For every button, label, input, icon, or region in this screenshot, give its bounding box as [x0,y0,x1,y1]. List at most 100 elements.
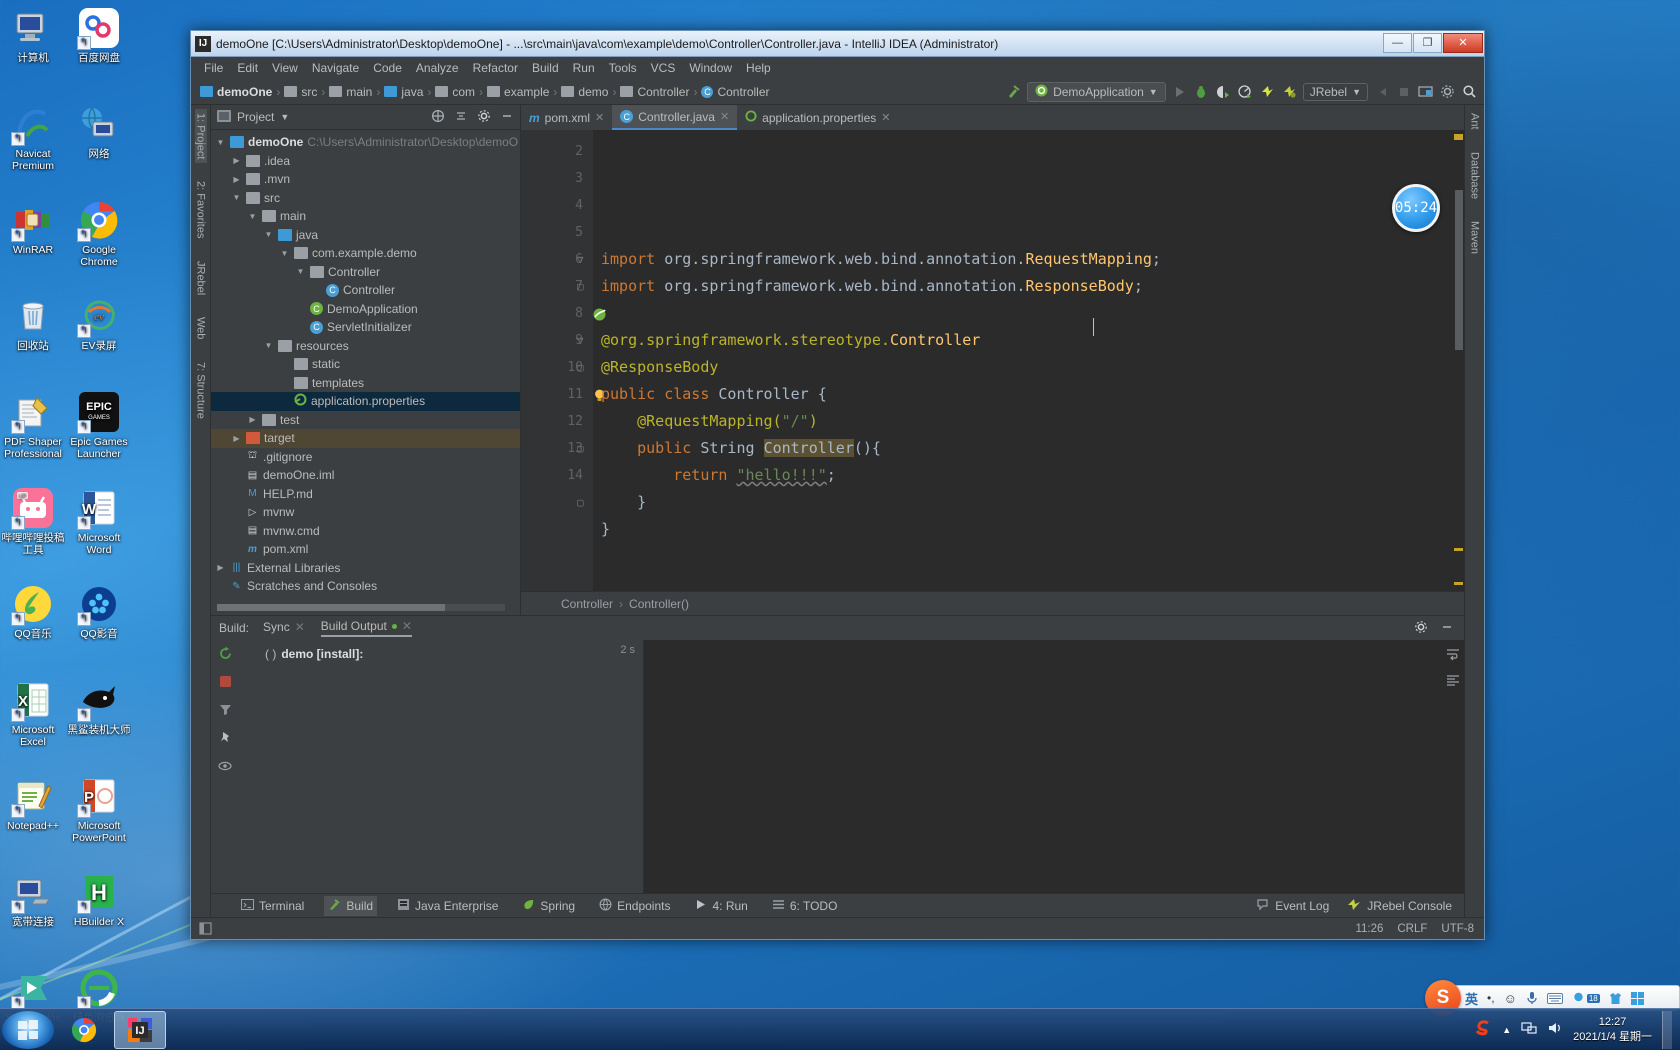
ime-item-3[interactable] [1526,991,1538,1005]
code-fold-icon[interactable]: ▢ [577,435,584,462]
desktop-icon-heisha[interactable]: ↰ 黑鲨装机大师 [67,678,131,771]
tree-node-test[interactable]: ▶ test [211,411,520,430]
tree-node-mvnw[interactable]: ▷ mvnw [211,503,520,522]
breadcrumb-item-src[interactable]: src [281,84,320,100]
ime-item-2[interactable]: ☺ [1504,991,1517,1006]
tool-tab-2-favorites[interactable]: 2: Favorites [195,177,207,242]
tree-node-pom.xml[interactable]: m pom.xml [211,540,520,559]
desktop-icon-notepadpp[interactable]: ↰ Notepad++ [1,774,65,867]
tool-tab-1-project[interactable]: 1: Project [194,109,207,164]
tree-expand-arrow[interactable]: ▼ [263,230,274,239]
search-icon[interactable] [1461,83,1478,100]
breadcrumb-item-demoone[interactable]: demoOne [197,84,275,100]
tree-node-static[interactable]: static [211,355,520,374]
tree-expand-arrow[interactable]: ▶ [231,156,242,165]
settings-icon[interactable] [1439,83,1456,100]
close-button[interactable]: ✕ [1443,32,1483,53]
build-hammer-icon[interactable] [1005,83,1022,100]
status-widget-jrebel-console[interactable]: JRebel Console [1347,898,1452,914]
collapse-scope-icon[interactable] [431,109,445,126]
ime-item-6[interactable] [1609,992,1622,1005]
editor-tab-controller-java[interactable]: C Controller.java ✕ [612,105,738,130]
tool-tab-database[interactable]: Database [1469,148,1481,203]
tree-node-.gitignore[interactable]: ⛫ .gitignore [211,448,520,467]
code-fold-icon[interactable]: ▢ [577,489,584,516]
hide-icon[interactable] [1440,620,1454,637]
sogou-tray-icon[interactable] [1474,1019,1492,1040]
menu-refactor[interactable]: Refactor [466,59,525,77]
menu-run[interactable]: Run [566,59,602,77]
tool-tab-web[interactable]: Web [195,313,207,343]
desktop-icon-bilibili[interactable]: UP ↰ 哔哩哔哩投稿工具 [1,486,65,579]
editor-breadcrumb[interactable]: Controller › Controller() [521,591,1464,615]
editor-tab-application-properties[interactable]: application.properties ✕ [737,105,898,130]
rerun-icon[interactable] [218,646,233,661]
chevron-down-icon[interactable]: ▼ [280,112,289,122]
menu-view[interactable]: View [265,59,305,77]
code-fold-icon[interactable]: ▢ [577,273,584,300]
tree-node-src[interactable]: ▼ src [211,189,520,208]
tree-expand-arrow[interactable]: ▶ [231,434,242,443]
code-editor[interactable]: 2 3 4 5 6 7 8 9 10 11 12 13 14 ▽ import org.springfra… [521,130,1464,591]
start-button[interactable] [2,1010,54,1049]
breadcrumb-item-main[interactable]: main [326,84,375,100]
tree-node-demoone.iml[interactable]: ▤ demoOne.iml [211,466,520,485]
taskbar-clock[interactable]: 12:27 2021/1/4 星期一 [1573,1015,1652,1045]
settings-icon[interactable] [477,109,491,126]
tree-expand-arrow[interactable]: ▼ [279,249,290,258]
bottom-tab-spring[interactable]: Spring [518,896,579,916]
close-icon[interactable]: ✕ [295,620,305,634]
tool-tab-7-structure[interactable]: 7: Structure [195,358,207,423]
tool-tab-ant[interactable]: Ant [1469,109,1481,134]
tree-node-demoapplication[interactable]: C DemoApplication [211,300,520,319]
desktop-icon-baidu-netdisk[interactable]: ↰ 百度网盘 [67,6,131,99]
pin-icon[interactable] [218,730,233,745]
status-widget-event-log[interactable]: Event Log [1256,898,1329,914]
stop-icon[interactable] [1373,83,1390,100]
breadcrumb-item-com[interactable]: com [432,84,478,100]
tree-expand-arrow[interactable]: ▼ [247,212,258,221]
tree-expand-arrow[interactable]: ▶ [215,563,226,572]
ime-item-1[interactable]: •, [1487,991,1495,1005]
menu-code[interactable]: Code [366,59,409,77]
menu-help[interactable]: Help [739,59,778,77]
editor-tab-pom-xml[interactable]: m pom.xml ✕ [521,105,612,130]
desktop-icon-broadband[interactable]: ↰ 宽带连接 [1,870,65,963]
close-icon[interactable]: ✕ [595,111,604,124]
menu-window[interactable]: Window [682,59,739,77]
desktop-icon-qq-player[interactable]: ↰ QQ影音 [67,582,131,675]
chrome-taskbar-button[interactable] [58,1011,110,1049]
close-icon[interactable]: ✕ [881,111,890,124]
project-horizontal-scrollbar[interactable] [217,604,505,611]
file-encoding[interactable]: UTF-8 [1441,923,1474,935]
desktop-icon-network[interactable]: 网络 [67,102,131,195]
code-fold-icon[interactable]: ▽ [577,327,584,354]
desktop-icon-qq-music[interactable]: ↰ QQ音乐 [1,582,65,675]
jrebel-debug-icon[interactable] [1281,83,1298,100]
build-console[interactable] [644,640,1464,893]
tool-tab-jrebel[interactable]: JRebel [195,257,207,299]
tree-expand-arrow[interactable]: ▶ [247,415,258,424]
editor-breadcrumb-item[interactable]: Controller [561,597,613,611]
desktop-icon-ev-recorder[interactable]: ev ↰ EV录屏 [67,294,131,387]
run-configuration-selector[interactable]: DemoApplication ▼ [1027,81,1166,102]
tree-expand-arrow[interactable]: ▼ [263,341,274,350]
hide-icon[interactable] [500,109,514,126]
run-with-coverage-icon[interactable] [1215,83,1232,100]
toggle-toolwindows-icon[interactable] [199,922,212,935]
tree-node-.mvn[interactable]: ▶ .mvn [211,170,520,189]
tree-node-templates[interactable]: templates [211,374,520,393]
tree-expand-arrow[interactable]: ▼ [231,193,242,202]
breadcrumb-item-controller[interactable]: C Controller [698,84,772,100]
tree-node-controller[interactable]: C Controller [211,281,520,300]
menu-navigate[interactable]: Navigate [305,59,366,77]
desktop-icon-computer[interactable]: 计算机 [1,6,65,99]
desktop-icon-excel[interactable]: X ↰ Microsoft Excel [1,678,65,771]
breadcrumb-item-java[interactable]: java [381,84,426,100]
show-hidden-icons-button[interactable]: ▲ [1502,1025,1511,1035]
bottom-tab-java-enterprise[interactable]: Java Enterprise [393,896,502,916]
soft-wrap-icon[interactable] [1445,646,1460,661]
menu-analyze[interactable]: Analyze [409,59,466,77]
tree-expand-arrow[interactable]: ▶ [231,175,242,184]
build-output-tree[interactable]: ( ) demo [install]: 2 s [239,640,644,893]
